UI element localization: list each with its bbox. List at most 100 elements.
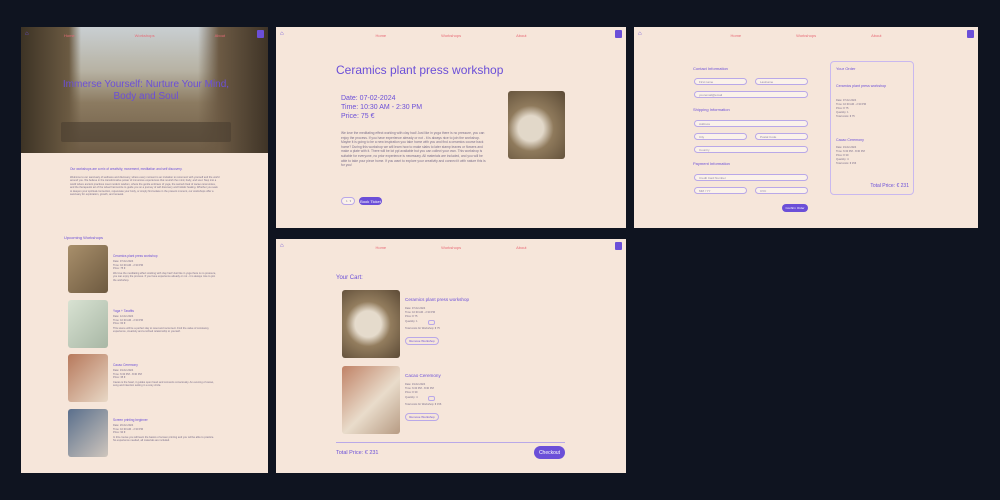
quantity-stepper[interactable] [428, 320, 435, 325]
cart-icon[interactable] [615, 30, 622, 38]
order-item-total: Total costs: € 156 [836, 162, 857, 165]
quantity-stepper[interactable] [428, 396, 435, 401]
cart-item-title[interactable]: Ceramics plant press workshop [405, 297, 469, 302]
checkout-panel: ⌂ Home Workshops About Contact Informati… [634, 27, 978, 228]
order-item-total: Total costs: € 75 [836, 115, 855, 118]
remove-workshop-button[interactable]: Remove Workshop [405, 413, 439, 421]
expiry-field[interactable]: MM / YY [694, 187, 747, 194]
detail-nav: ⌂ Home Workshops About [276, 27, 626, 43]
workshop-card[interactable]: Ceramics plant press workshop Date: 07-0… [68, 245, 248, 293]
workshop-desc: We love the meditating effect working wi… [113, 272, 216, 282]
cart-item-total: Total costs for Workshop: € 156 [405, 403, 442, 406]
order-item-price: Price: € 39 [836, 154, 849, 157]
confirm-order-button[interactable]: Confirm Order [782, 204, 808, 212]
country-field[interactable]: Country [694, 146, 808, 153]
home-page-panel: ⌂ Home Workshops About Immerse Yourself:… [21, 27, 268, 473]
workshop-date: Date: 07-02-2024 [341, 95, 396, 102]
workshop-card[interactable]: Screen printing beginner Date: 26-02-202… [68, 409, 248, 457]
workshop-desc: This scene will be a perfect day to rese… [113, 327, 210, 334]
cart-item-quantity: Quantity: 4 [405, 396, 418, 399]
cart-item-quantity: Quantity: 1 [405, 320, 418, 323]
nav-about-link[interactable]: About [516, 245, 526, 250]
order-item-price: Price: € 75 [836, 107, 849, 110]
cart-item: Cacao Ceremony Date: 19-02-2024 Time: 6:… [342, 366, 562, 434]
cart-item-date: Date: 19-02-2024 [405, 383, 426, 386]
email-field[interactable]: youremail@email [694, 91, 808, 98]
workshop-title[interactable]: Yoga + Tarafits [113, 309, 134, 313]
cart-total: Total Price: € 231 [336, 450, 379, 456]
workshop-title: Ceramics plant press workshop [336, 63, 504, 77]
workshop-price: Price: 90 € [113, 431, 126, 434]
order-item-title: Ceramics plant press workshop [836, 84, 887, 88]
workshop-description: We love the meditating effect working wi… [341, 131, 486, 168]
hero-title: Immerse Yourself: Nurture Your Mind, Bod… [62, 79, 230, 102]
workshop-desc: Cacao is the heart, it guides open heart… [113, 381, 214, 388]
nav-about-link[interactable]: About [215, 33, 225, 38]
contact-heading: Contact Information [693, 66, 728, 71]
workshop-price: Price: 35 € [113, 376, 126, 379]
order-heading: Your Order [836, 66, 856, 71]
intro-heading: Our workshops are a mix of creativity, m… [70, 167, 183, 171]
nav-about-link[interactable]: About [871, 33, 881, 38]
cvc-field[interactable]: CVC [755, 187, 808, 194]
workshop-title[interactable]: Screen printing beginner [113, 418, 148, 422]
workshop-title[interactable]: Ceramics plant press workshop [113, 254, 157, 258]
cart-icon[interactable] [257, 30, 264, 38]
nav-home-link[interactable]: Home [730, 33, 741, 38]
cart-item-title[interactable]: Cacao Ceremony [405, 373, 441, 378]
cart-item-time: Time: 6:30 PM - 8:30 PM [405, 387, 434, 390]
workshop-time: Time: 10:30 AM - 2:30 PM [341, 104, 423, 111]
first-name-field[interactable]: First name [694, 78, 747, 85]
cart-item-time: Time: 10:30 AM - 2:30 PM [405, 311, 436, 314]
upcoming-heading: Upcoming Workshops [64, 235, 104, 240]
workshop-price: Price: 75 € [341, 113, 375, 120]
nav-home-link[interactable]: Home [64, 33, 75, 38]
nav-workshops-link[interactable]: Workshops [441, 245, 461, 250]
cart-heading: Your Cart: [336, 275, 363, 281]
nav-home-link[interactable]: Home [375, 245, 386, 250]
cart-item-price: Price: € 75 [405, 315, 418, 318]
workshop-image [508, 91, 565, 159]
workshop-detail-panel: ⌂ Home Workshops About Ceramics plant pr… [276, 27, 626, 228]
postal-code-field[interactable]: Postal Code [755, 133, 808, 140]
cart-icon[interactable] [967, 30, 974, 38]
home-nav: ⌂ Home Workshops About [21, 27, 268, 43]
nav-about-link[interactable]: About [516, 33, 526, 38]
workshop-desc: In this course you will learn the basics… [113, 436, 215, 443]
cart-item-date: Date: 07-02-2024 [405, 307, 426, 310]
cart-item-image [342, 366, 400, 434]
intro-text: Welcome to our sanctuary of wellness and… [70, 176, 220, 197]
workshop-thumbnail [68, 354, 108, 402]
cart-item-price: Price: € 39 [405, 391, 418, 394]
order-item-time: Time: 6:30 PM - 8:30 PM [836, 150, 865, 153]
workshop-price: Price: 60 € [113, 322, 126, 325]
quantity-select[interactable]: 1 ▾ [341, 197, 355, 205]
workshop-title[interactable]: Cacao Ceremony [113, 363, 138, 367]
cart-icon[interactable] [615, 242, 622, 250]
city-field[interactable]: City [694, 133, 747, 140]
order-item-date: Date: 07-02-2024 [836, 99, 857, 102]
workshop-thumbnail [68, 300, 108, 348]
payment-heading: Payment Information [693, 161, 730, 166]
order-total: Total Price: € 231 [870, 183, 909, 189]
cart-panel: ⌂ Home Workshops About Your Cart: Cerami… [276, 239, 626, 473]
nav-workshops-link[interactable]: Workshops [796, 33, 816, 38]
address-field[interactable]: Address [694, 120, 808, 127]
cart-item-image [342, 290, 400, 358]
nav-workshops-link[interactable]: Workshops [135, 33, 155, 38]
chevron-down-icon: ▾ [349, 199, 352, 203]
nav-workshops-link[interactable]: Workshops [441, 33, 461, 38]
last-name-field[interactable]: Lastname [755, 78, 808, 85]
workshop-card[interactable]: Cacao Ceremony Date: 19-02-2024 Time: 6:… [68, 354, 248, 402]
order-item-quantity: Quantity: 1 [836, 111, 849, 114]
workshop-thumbnail [68, 409, 108, 457]
checkout-button[interactable]: Checkout [534, 446, 565, 459]
book-ticket-button[interactable]: Book Ticket [359, 197, 382, 205]
workshop-card[interactable]: Yoga + Tarafits Date: 12-02-2024 Time: 1… [68, 300, 248, 348]
remove-workshop-button[interactable]: Remove Workshop [405, 337, 439, 345]
nav-home-link[interactable]: Home [375, 33, 386, 38]
order-item-title: Cacao Ceremony [836, 138, 864, 142]
cart-nav: ⌂ Home Workshops About [276, 239, 626, 255]
card-number-field[interactable]: Credit Card Number [694, 174, 808, 181]
cart-item: Ceramics plant press workshop Date: 07-0… [342, 290, 562, 358]
